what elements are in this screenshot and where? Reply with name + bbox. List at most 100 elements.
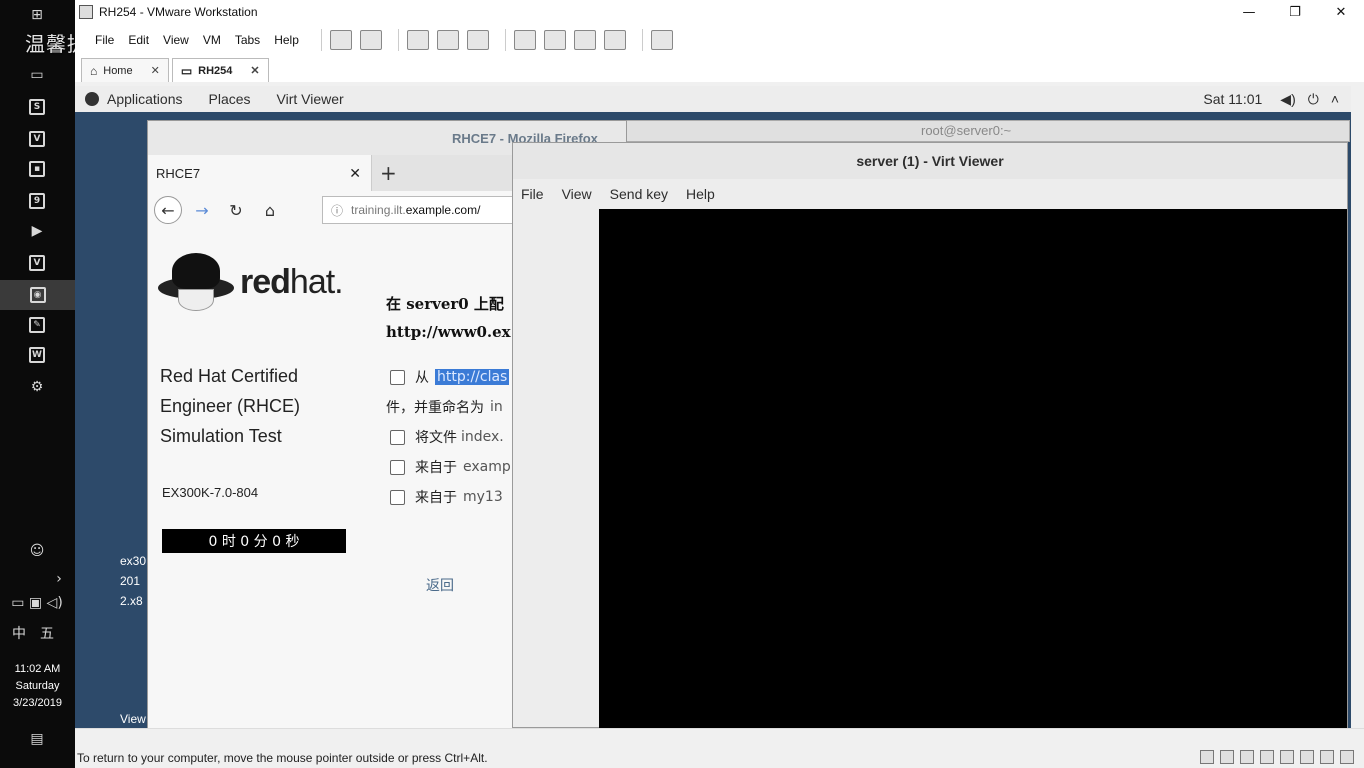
usb-icon[interactable] (1280, 750, 1294, 764)
vv-menu-send-key[interactable]: Send key (610, 186, 668, 202)
printer-icon[interactable] (1320, 750, 1334, 764)
task-view-icon[interactable]: ▭ (26, 64, 48, 86)
vmware-logo-icon (79, 5, 93, 19)
desktop-label[interactable]: 201 (120, 574, 140, 588)
notepad-icon[interactable]: ✎ (26, 314, 48, 336)
window-title: RH254 - VMware Workstation (99, 5, 258, 19)
url-domain: example.com/ (405, 203, 481, 217)
firefox-tab[interactable]: RHCE7 ✕ (148, 155, 372, 191)
thumbnail-button[interactable] (543, 30, 566, 50)
console-view-button[interactable] (650, 30, 673, 50)
forward-icon[interactable]: → (188, 196, 216, 224)
vmware-icon[interactable]: V (26, 252, 48, 274)
ime-mode[interactable]: 五 (36, 622, 58, 644)
clock-date[interactable]: 3/23/2019 (0, 695, 75, 712)
virt-viewer-titlebar[interactable]: server (1) - Virt Viewer (513, 143, 1347, 179)
gnome-places-menu[interactable]: Places (209, 91, 251, 107)
power-icon[interactable]: ⏻ (1308, 91, 1319, 108)
vertical-scrollbar[interactable] (1351, 86, 1364, 728)
display-icon[interactable] (1340, 750, 1354, 764)
network-icon[interactable] (1260, 750, 1274, 764)
settings-icon[interactable]: ⚙ (26, 376, 48, 398)
ime-lang[interactable]: 中 (8, 622, 30, 644)
pause-button[interactable] (329, 30, 352, 50)
gnome-active-app[interactable]: Virt Viewer (277, 91, 344, 107)
library-button[interactable] (513, 30, 536, 50)
snapshot-manager-button[interactable] (466, 30, 489, 50)
gnome-clock[interactable]: Sat 11:01 (1203, 91, 1262, 107)
reload-icon[interactable]: ↻ (222, 196, 250, 224)
word-icon[interactable]: W (26, 344, 48, 366)
task-checkbox[interactable] (390, 459, 405, 475)
menu-edit[interactable]: Edit (128, 33, 149, 47)
guest-display[interactable]: Applications Places Virt Viewer Sat 11:0… (75, 86, 1351, 728)
minimize-button[interactable]: — (1226, 0, 1272, 24)
app-icon[interactable]: S (26, 96, 48, 118)
chevron-up-icon[interactable]: ˄ (1331, 91, 1339, 107)
close-button[interactable]: ✕ (1318, 0, 1364, 24)
redhat-hat-icon (158, 249, 234, 315)
task-item: 来自于 examp (390, 457, 511, 477)
terminal-window-title[interactable]: root@server0:~ (610, 120, 1350, 142)
cert-line: Engineer (RHCE) (160, 396, 301, 416)
tab-home[interactable]: ⌂ Home ✕ (81, 58, 169, 82)
back-link[interactable]: 返回 (426, 575, 454, 595)
close-tab-icon[interactable]: ✕ (349, 165, 361, 182)
volume-icon[interactable]: ◀) (1280, 91, 1295, 108)
vv-menu-file[interactable]: File (521, 186, 544, 202)
exam-timer: 0 时 0 分 0 秒 (162, 529, 346, 553)
notifications-icon[interactable]: ▤ (26, 728, 48, 750)
close-tab-icon[interactable]: ✕ (151, 64, 160, 77)
task-checkbox[interactable] (390, 429, 405, 445)
desktop-label[interactable]: 2.x8 (120, 594, 143, 608)
task-checkbox[interactable] (390, 489, 405, 505)
chevron-right-icon[interactable]: › (48, 568, 70, 590)
unity-button[interactable] (603, 30, 626, 50)
item-link[interactable]: http://clas (435, 369, 510, 385)
device-icons (1194, 750, 1354, 764)
task-item: 件，并重命名为 in (386, 397, 503, 417)
new-tab-icon[interactable]: + (380, 161, 397, 185)
network-icon[interactable] (1240, 750, 1254, 764)
task-checkbox[interactable] (390, 369, 405, 385)
menu-help[interactable]: Help (274, 33, 299, 47)
cdrom-icon[interactable] (1220, 750, 1234, 764)
tab-rh254[interactable]: ▭ RH254 ✕ (171, 58, 269, 82)
back-icon[interactable]: ← (154, 196, 182, 224)
vv-menu-help[interactable]: Help (686, 186, 715, 202)
desktop-label[interactable]: ex30 (120, 554, 146, 568)
item-prefix: 从 (415, 370, 429, 386)
menu-tabs[interactable]: Tabs (235, 33, 260, 47)
revert-snapshot-button[interactable] (436, 30, 459, 50)
clock-time[interactable]: 11:02 AM (0, 661, 75, 678)
clock-day[interactable]: Saturday (0, 678, 75, 695)
info-icon[interactable]: ⓘ (331, 202, 343, 219)
menu-vm[interactable]: VM (203, 33, 221, 47)
hdd-icon[interactable] (1200, 750, 1214, 764)
vv-menu-view[interactable]: View (562, 186, 592, 202)
redhat-logo: redhat. (158, 249, 344, 315)
people-icon[interactable]: ☺ (26, 540, 48, 562)
tray-icons[interactable]: ▭ ▣ ◁) (4, 592, 70, 614)
send-ctrl-alt-del-button[interactable] (359, 30, 382, 50)
active-app-icon[interactable]: ◉ (0, 280, 75, 310)
app-icon[interactable]: ▪ (26, 158, 48, 180)
item-prefix: 来自于 (415, 460, 457, 476)
horizontal-scrollbar[interactable] (75, 728, 1364, 744)
maximize-button[interactable]: ❐ (1272, 0, 1318, 24)
task-item: 从 http://clas (390, 367, 510, 387)
home-icon[interactable]: ⌂ (256, 196, 284, 224)
app-icon[interactable]: 9 (26, 190, 48, 212)
fullscreen-button[interactable] (573, 30, 596, 50)
desktop-label[interactable]: View (120, 712, 146, 726)
menu-view[interactable]: View (163, 33, 189, 47)
close-tab-icon[interactable]: ✕ (250, 64, 259, 77)
sound-icon[interactable] (1300, 750, 1314, 764)
menu-file[interactable]: File (95, 33, 114, 47)
vmware-icon[interactable]: V (26, 128, 48, 150)
vm-console-screen[interactable] (599, 209, 1347, 728)
gnome-applications-menu[interactable]: Applications (107, 91, 183, 107)
snapshot-button[interactable] (406, 30, 429, 50)
play-icon[interactable]: ▶ (26, 220, 48, 242)
windows-start-icon[interactable]: ⊞ (26, 4, 48, 26)
